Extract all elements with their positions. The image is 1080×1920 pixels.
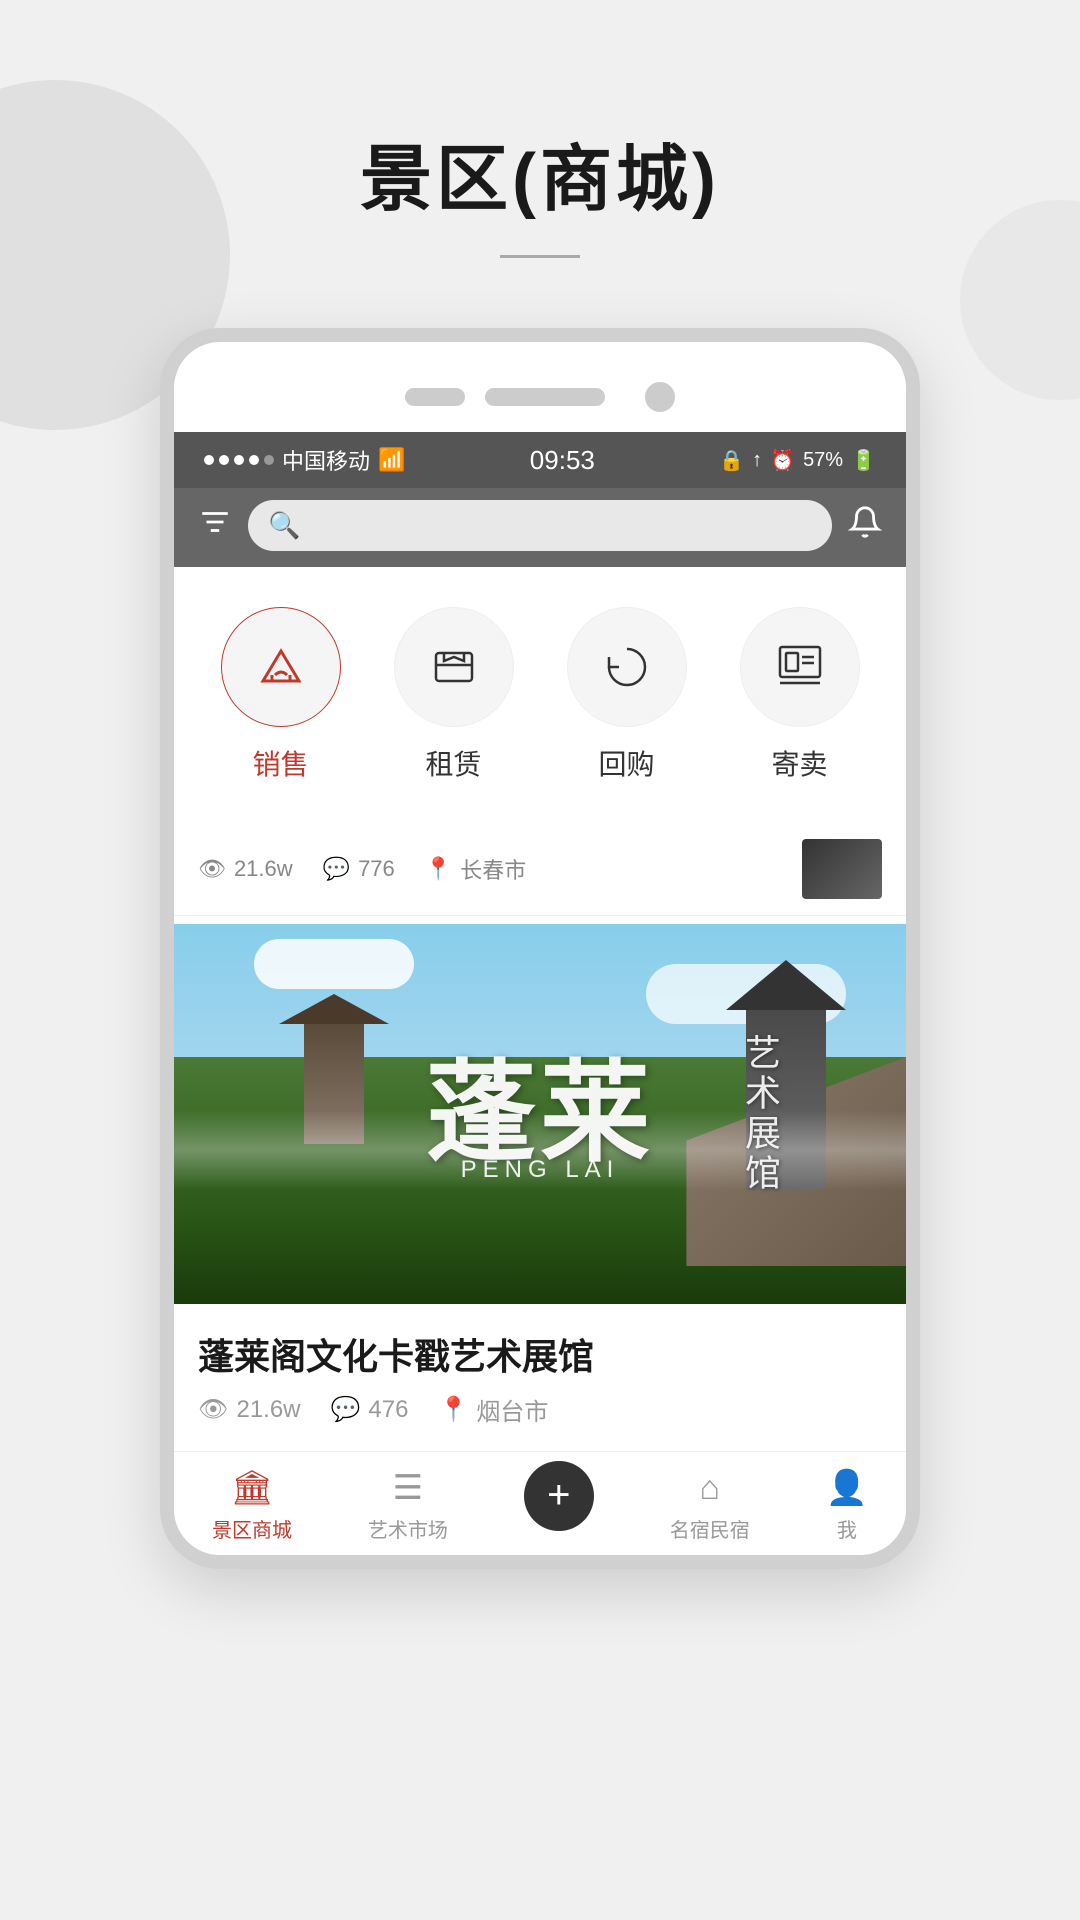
partial-comments: 💬 776 [323,856,395,882]
location-icon-partial: 📍 [425,856,452,882]
card-title: 蓬莱阁文化卡戳艺术展馆 [174,1304,906,1392]
category-icon-sales [221,607,341,727]
bell-icon[interactable] [848,505,882,547]
wifi-icon: 📶 [378,447,405,473]
partial-views: 👁 21.6w [198,856,293,882]
category-icon-buyback [567,607,687,727]
search-bar-area: 🔍 [174,488,906,567]
location-icon: 📍 [438,1395,468,1424]
category-row: 销售 租赁 回购 [174,567,906,823]
filter-icon[interactable] [198,505,232,547]
gps-icon: ↑ [752,449,762,472]
plus-icon: + [547,1473,570,1518]
tab-me[interactable]: 👤 我 [826,1468,868,1543]
category-label-consign: 寄卖 [771,743,827,783]
tab-scenic[interactable]: 🏛 景区商城 [212,1468,292,1543]
category-item-rental[interactable]: 租赁 [394,607,514,783]
battery-label: 57% [803,449,843,472]
partial-location: 📍 长春市 [425,853,526,885]
signal-dots [204,455,274,465]
art-exhibition-text: 艺术展馆 [734,1034,786,1194]
card-image: 蓬莱 PENG LAI 艺术展馆 [174,924,906,1304]
search-input[interactable]: 🔍 [248,500,832,551]
scenic-label: 景区商城 [212,1514,292,1543]
me-icon: 👤 [826,1468,868,1508]
alarm-icon: ⏰ [770,448,795,473]
add-button[interactable]: + [524,1461,594,1531]
bottom-tab-bar: 🏛 景区商城 ☰ 艺术市场 + ⌂ 名宿民宿 👤 我 [174,1451,906,1555]
comment-icon-partial: 💬 [323,856,350,882]
card-comments: 💬 476 [331,1395,409,1424]
tab-art[interactable]: ☰ 艺术市场 [368,1468,448,1543]
status-right: 🔒 ↑ ⏰ 57% 🔋 [719,448,876,473]
me-label: 我 [837,1514,857,1543]
search-icon: 🔍 [268,510,300,541]
category-item-consign[interactable]: 寄卖 [740,607,860,783]
phone-top-bar [174,372,906,432]
card-text-overlay: 蓬莱 PENG LAI 艺术展馆 [174,924,906,1304]
phone-mockup: 中国移动 📶 09:53 🔒 ↑ ⏰ 57% 🔋 🔍 [160,328,920,1569]
category-label-buyback: 回购 [598,743,654,783]
card-stats: 👁 21.6w 💬 476 📍 烟台市 [174,1392,906,1451]
penglai-latin-text: PENG LAI [461,1156,620,1184]
eye-icon: 👁 [198,1395,228,1424]
card-views: 👁 21.6w [198,1395,301,1424]
category-label-rental: 租赁 [425,743,481,783]
page-header: 景区(商城) [0,0,1080,328]
category-item-buyback[interactable]: 回购 [567,607,687,783]
penglai-big-text: 蓬莱 [426,1059,654,1169]
status-bar: 中国移动 📶 09:53 🔒 ↑ ⏰ 57% 🔋 [174,432,906,488]
art-icon: ☰ [393,1468,423,1508]
tab-home[interactable]: ⌂ 名宿民宿 [670,1469,750,1543]
home-label: 名宿民宿 [670,1514,750,1543]
partial-thumbnail [802,839,882,899]
eye-icon-partial: 👁 [198,856,226,882]
clock: 09:53 [530,445,595,476]
carrier-label: 中国移动 [282,444,370,476]
phone-camera [645,382,675,412]
category-label-sales: 销售 [252,743,308,783]
lock-icon: 🔒 [719,448,744,473]
category-icon-rental [394,607,514,727]
tab-add[interactable]: + [524,1481,594,1531]
status-left: 中国移动 📶 [204,444,405,476]
partial-stats-row: 👁 21.6w 💬 776 📍 长春市 [174,823,906,916]
phone-button-small [405,388,465,406]
home-icon: ⌂ [699,1469,720,1508]
phone-speaker [485,388,605,406]
battery-icon: 🔋 [851,448,876,473]
page-title: 景区(商城) [0,120,1080,225]
comment-icon: 💬 [331,1395,361,1424]
main-card[interactable]: 蓬莱 PENG LAI 艺术展馆 蓬莱阁文化卡戳艺术展馆 👁 21.6w 💬 4… [174,924,906,1451]
card-location: 📍 烟台市 [438,1392,548,1427]
category-icon-consign [740,607,860,727]
category-item-sales[interactable]: 销售 [221,607,341,783]
scenic-icon: 🏛 [230,1468,273,1508]
art-label: 艺术市场 [368,1514,448,1543]
title-divider [500,255,580,258]
